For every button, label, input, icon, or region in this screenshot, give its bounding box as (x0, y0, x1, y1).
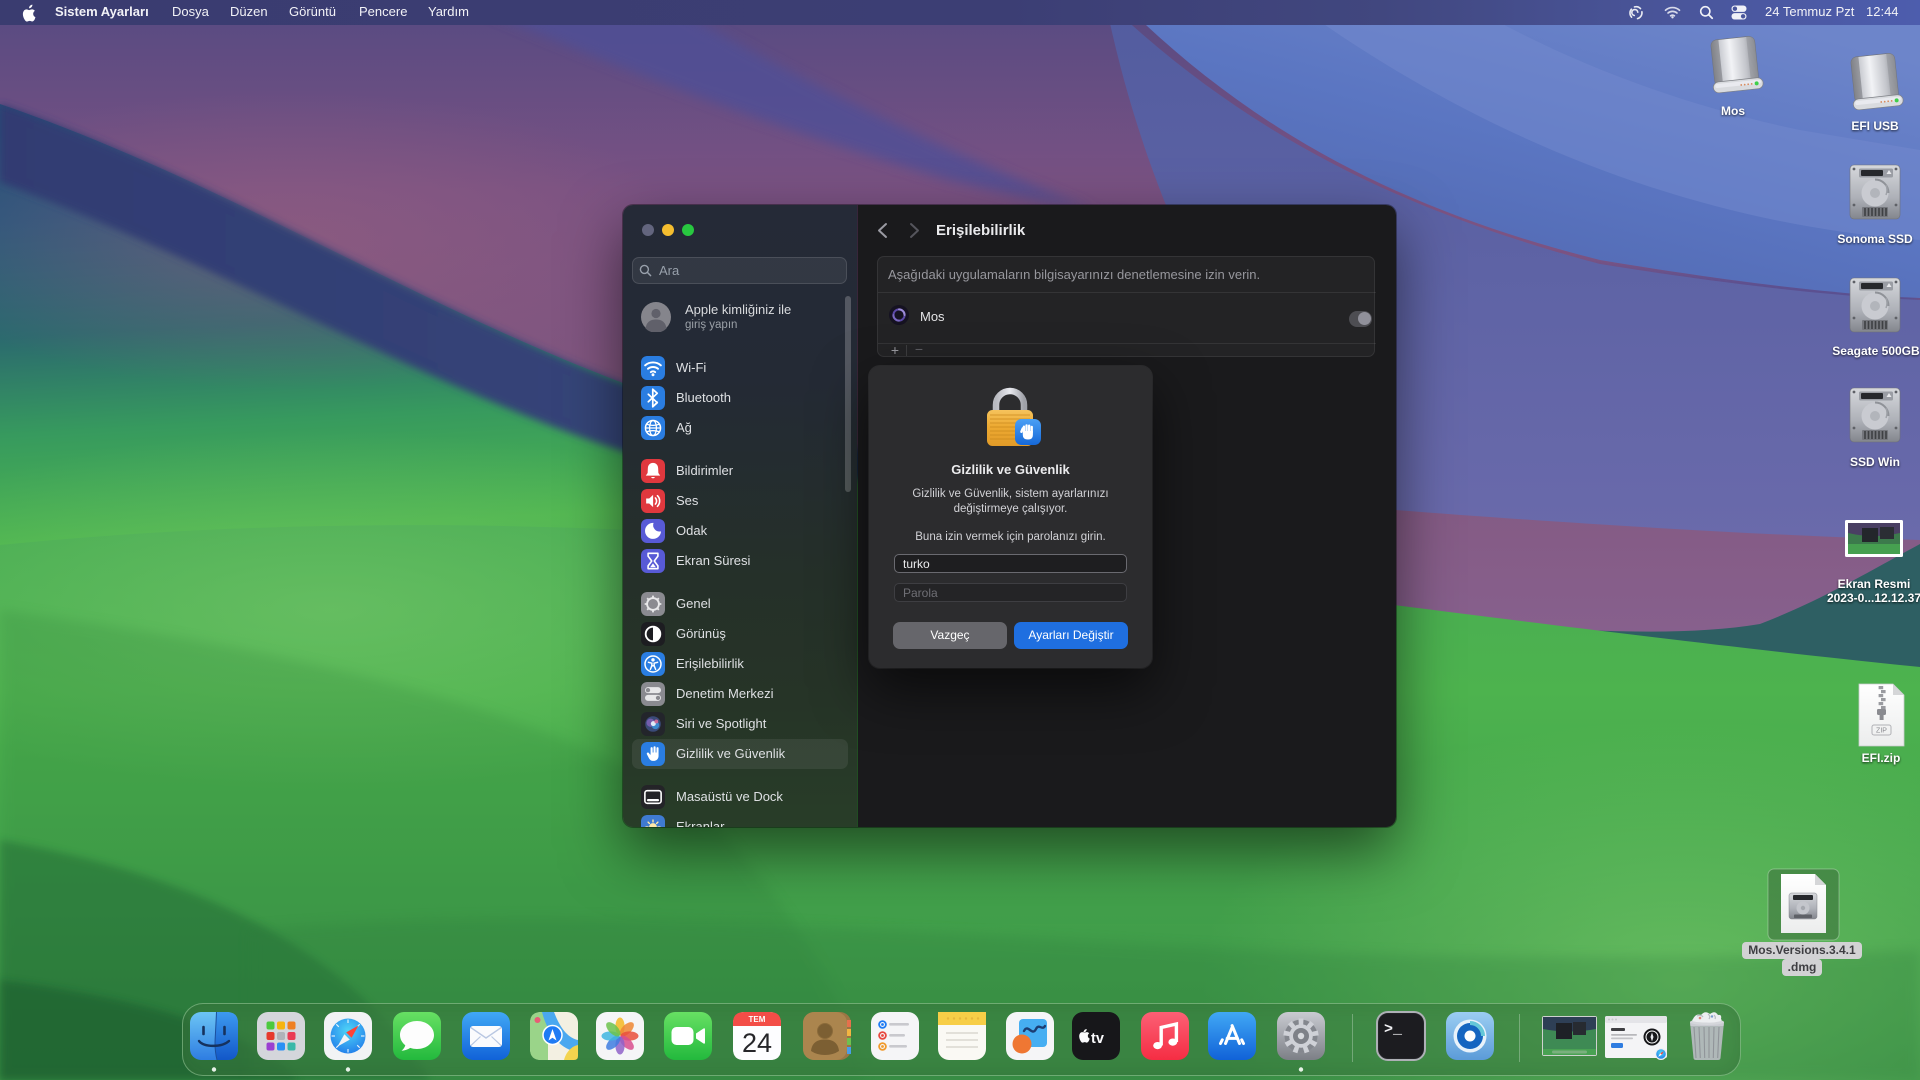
svg-text:24: 24 (742, 1028, 772, 1058)
svg-text:>_: >_ (1384, 1021, 1403, 1038)
svg-text:ZIP: ZIP (1876, 728, 1887, 735)
svg-text:tv: tv (1091, 1031, 1104, 1047)
svg-text:TEM: TEM (749, 1015, 766, 1024)
